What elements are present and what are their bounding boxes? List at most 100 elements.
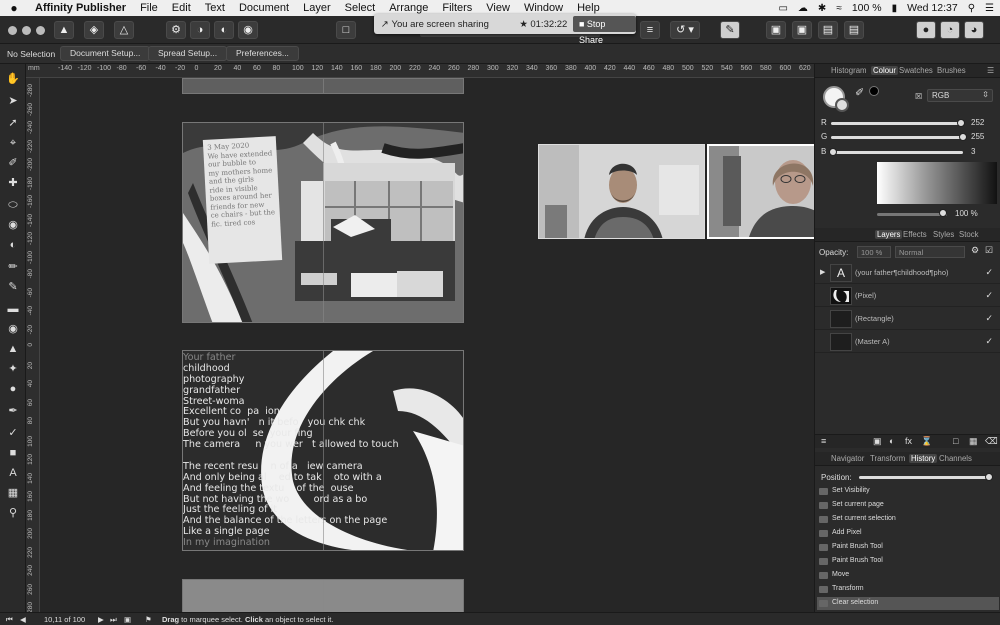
opacity-slider-knob[interactable] [939, 209, 947, 217]
layers-stack-icon[interactable]: ≡ [821, 436, 826, 446]
table-tool-icon[interactable]: ✚ [4, 174, 22, 192]
tab-brushes[interactable]: Brushes [937, 66, 966, 75]
hourglass-icon[interactable]: ⌛ [921, 436, 932, 447]
bluetooth-icon[interactable]: ✱ [818, 3, 826, 14]
smudge-tool-icon[interactable]: ◉ [4, 320, 22, 338]
preview-icon[interactable]: ◉ [238, 21, 258, 39]
pencil-tool-icon[interactable]: ✎ [4, 278, 22, 296]
zoom-tool-icon[interactable]: ⚲ [4, 504, 22, 522]
r-value[interactable]: 252 [971, 118, 984, 127]
fx-icon[interactable]: fx [905, 436, 912, 446]
cloud-icon[interactable]: ☁ [798, 3, 808, 14]
g-value[interactable]: 255 [971, 132, 984, 141]
move-tool-icon[interactable]: ➤ [4, 92, 22, 110]
history-item[interactable]: Paint Brush Tool [817, 555, 999, 568]
page-indicator[interactable]: 10,11 of 100 [44, 615, 85, 624]
prev-page-icon[interactable]: ◀ [20, 615, 26, 624]
history-item[interactable]: Clear selection [817, 597, 999, 610]
page-previous[interactable] [182, 78, 464, 94]
history-item[interactable]: Set current page [817, 499, 999, 512]
menu-view[interactable]: View [479, 2, 517, 14]
eyedropper-icon[interactable]: ✐ [855, 86, 864, 99]
vector-brush-icon[interactable]: ✦ [4, 360, 22, 378]
apple-icon[interactable]: ● [0, 1, 28, 15]
contrast-icon[interactable]: ◑ [190, 21, 210, 39]
color-picker-icon[interactable]: ✐ [4, 154, 22, 172]
arrange-forward-icon[interactable]: ▣ [792, 21, 812, 39]
tab-channels[interactable]: Channels [939, 454, 972, 463]
crop-tool-icon[interactable]: ⌖ [4, 134, 22, 152]
menu-edit[interactable]: Edit [165, 2, 198, 14]
preferences-button[interactable]: Preferences... [226, 46, 299, 61]
visibility-checkbox[interactable]: ✓ [985, 267, 993, 278]
document-setup-button[interactable]: Document Setup... [60, 46, 151, 61]
colour-opacity[interactable]: 100 % [955, 209, 978, 218]
tab-history[interactable]: History [909, 454, 938, 463]
tab-navigator[interactable]: Navigator [831, 454, 864, 463]
visibility-checkbox[interactable]: ✓ [985, 313, 993, 324]
spread-setup-button[interactable]: Spread Setup... [148, 46, 228, 61]
menu-arrange[interactable]: Arrange [382, 2, 435, 14]
hand-tool-icon[interactable]: ✋ [4, 70, 22, 88]
stroke-swatch[interactable] [835, 98, 849, 112]
menu-select[interactable]: Select [338, 2, 383, 14]
tab-effects[interactable]: Effects [903, 230, 927, 239]
designer-persona-icon[interactable]: △ [114, 21, 134, 39]
delete-layer-icon[interactable]: ⌫ [985, 436, 998, 447]
minimize-window-icon[interactable] [22, 26, 31, 35]
boolean-intersect-icon[interactable]: ◕ [964, 21, 984, 39]
group-layer-icon[interactable]: ▦ [969, 436, 978, 447]
layer-row[interactable]: (Rectangle) ✓ [815, 308, 1000, 330]
pen-icon[interactable]: ✎ [720, 21, 740, 39]
menu-filters[interactable]: Filters [435, 2, 479, 14]
tab-layers[interactable]: Layers [875, 230, 903, 239]
stop-share-button[interactable]: ■ Stop Share [572, 16, 637, 45]
zoom-window-icon[interactable] [36, 26, 45, 35]
layer-row[interactable]: (Master A) ✓ [815, 331, 1000, 353]
panel-menu-icon[interactable]: ☰ [987, 66, 994, 75]
history-position-slider[interactable] [859, 476, 989, 479]
visibility-checkbox[interactable]: ✓ [985, 290, 993, 301]
history-item[interactable]: Transform [817, 583, 999, 596]
boolean-subtract-icon[interactable]: ◔ [940, 21, 960, 39]
g-slider[interactable] [831, 136, 963, 139]
vertical-ruler[interactable]: -280 -260 -240 -220 -200 -180 -160 -140 -120 -100… [26, 78, 40, 612]
tab-transform[interactable]: Transform [870, 454, 905, 463]
picture-frame-icon[interactable]: ▦ [4, 484, 22, 502]
blend-mode-select[interactable]: Normal [895, 246, 965, 258]
node-tool-icon[interactable]: ➚ [4, 114, 22, 132]
eraser-tool-icon[interactable]: ▬ [4, 300, 22, 318]
rectangle-tool-icon[interactable]: ■ [4, 444, 22, 462]
tab-stock[interactable]: Stock [959, 230, 979, 239]
publisher-persona-icon[interactable]: ▲ [54, 21, 74, 39]
first-page-icon[interactable]: ⏮ [6, 615, 13, 625]
page-poem[interactable]: Your father childhood photography grandfath… [182, 350, 464, 551]
bell-icon[interactable]: ⚑ [145, 615, 152, 624]
mask-icon[interactable]: ▣ [873, 436, 882, 447]
ellipse-tool-icon[interactable]: ⬭ [4, 196, 22, 214]
b-value[interactable]: 3 [971, 147, 975, 156]
menu-app[interactable]: Affinity Publisher [28, 2, 133, 14]
history-item[interactable]: Move [817, 569, 999, 582]
adjustment-icon[interactable]: ◐ [889, 436, 894, 446]
history-position-knob[interactable] [985, 473, 993, 481]
settings-icon[interactable]: ⚙ [166, 21, 186, 39]
menu-document[interactable]: Document [232, 2, 296, 14]
dodge-tool-icon[interactable]: ● [4, 380, 22, 398]
transparency-tool-icon[interactable]: ◐ [4, 236, 22, 254]
layer-row[interactable]: (Pixel) ✓ [815, 285, 1000, 307]
menu-text[interactable]: Text [198, 2, 232, 14]
color-mode-icon[interactable]: ◐ [214, 21, 234, 39]
lock-icon[interactable]: ☒ [915, 92, 922, 101]
menu-file[interactable]: File [133, 2, 165, 14]
r-slider-knob[interactable] [957, 119, 966, 127]
horizontal-ruler[interactable]: mm -140 -120 -100 -80 -60 -40 -20 0 20 40 60 80 100 1… [26, 64, 814, 78]
layer-settings-icon[interactable]: ⚙ [971, 245, 979, 256]
tab-colour[interactable]: Colour [871, 66, 898, 75]
history-item[interactable]: Set Visibility [817, 485, 999, 498]
close-window-icon[interactable] [8, 26, 17, 35]
notification-icon[interactable]: ☰ [985, 3, 994, 14]
photo-persona-icon[interactable]: ◈ [84, 21, 104, 39]
boolean-add-icon[interactable]: ● [916, 21, 936, 39]
page-collage[interactable]: 3 May 2020 We have extended our bubble t… [182, 122, 464, 323]
